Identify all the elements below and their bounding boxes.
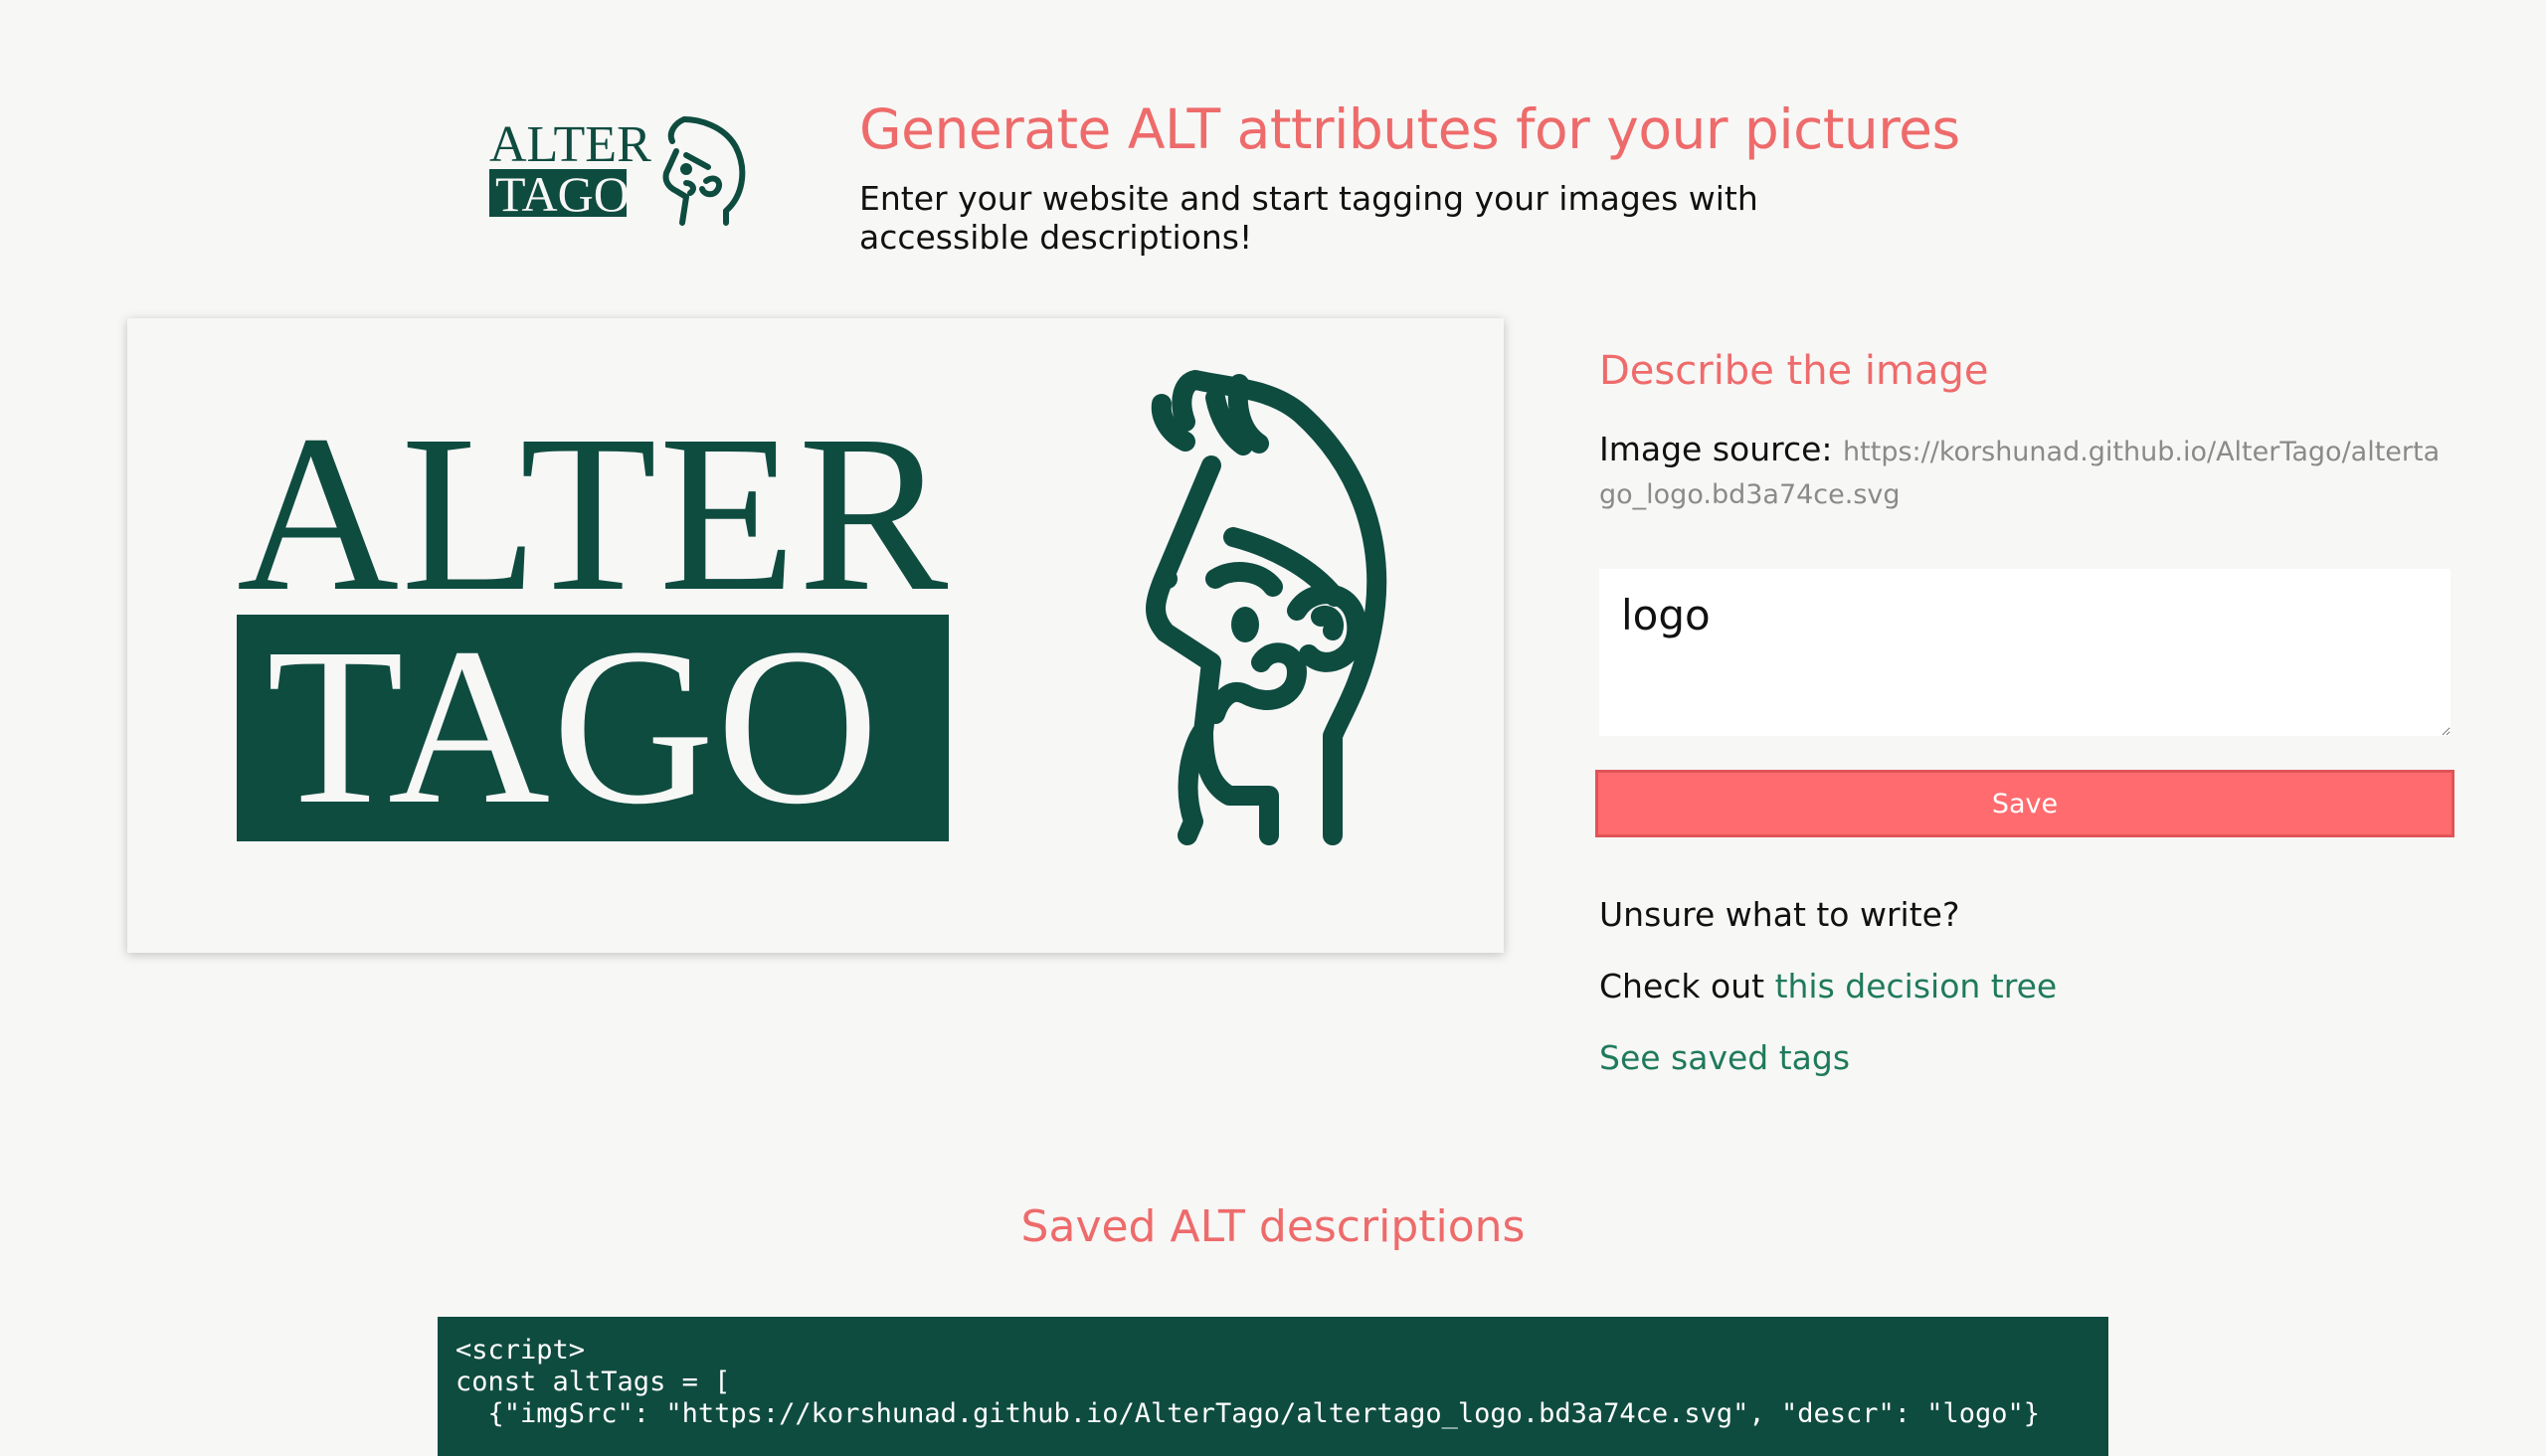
code-line: const altTags = [ [455,1366,731,1397]
code-line: {"imgSrc": "https://korshunad.github.io/… [455,1398,2041,1429]
mascot-face-icon [662,116,746,226]
preview-logo-line2: TAGO [267,602,881,850]
describe-heading: Describe the image [1599,348,1989,394]
code-line: <script> [455,1335,586,1365]
unsure-text: Unsure what to write? [1599,895,1960,934]
header-logo-line2: TAGO [495,166,630,222]
see-saved-tags-link[interactable]: See saved tags [1599,1038,1850,1077]
header-logo: ALTER TAGO [487,111,786,231]
page-title: Generate ALT attributes for your picture… [859,97,1960,161]
check-out-text: Check out [1599,967,1765,1005]
image-source-label: Image source: [1599,430,1833,468]
page-subtitle: Enter your website and start tagging you… [859,179,1758,257]
check-out-row: Check out this decision tree [1599,967,2057,1005]
save-button[interactable]: Save [1595,770,2455,837]
image-source-row: Image source: https://korshunad.github.i… [1599,430,2455,515]
description-input[interactable]: logo [1599,569,2451,736]
saved-heading: Saved ALT descriptions [1020,1201,1526,1252]
decision-tree-link[interactable]: this decision tree [1775,967,2058,1005]
preview-logo-line1: ALTER [237,389,950,637]
saved-code-block: <script> const altTags = [ {"imgSrc": "ht… [438,1317,2108,1456]
image-preview: ALTER TAGO [127,318,1504,953]
saved-tags-row: See saved tags [1599,1038,1850,1077]
preview-mascot-face-icon [1146,370,1387,845]
header-logo-line1: ALTER [489,116,651,173]
